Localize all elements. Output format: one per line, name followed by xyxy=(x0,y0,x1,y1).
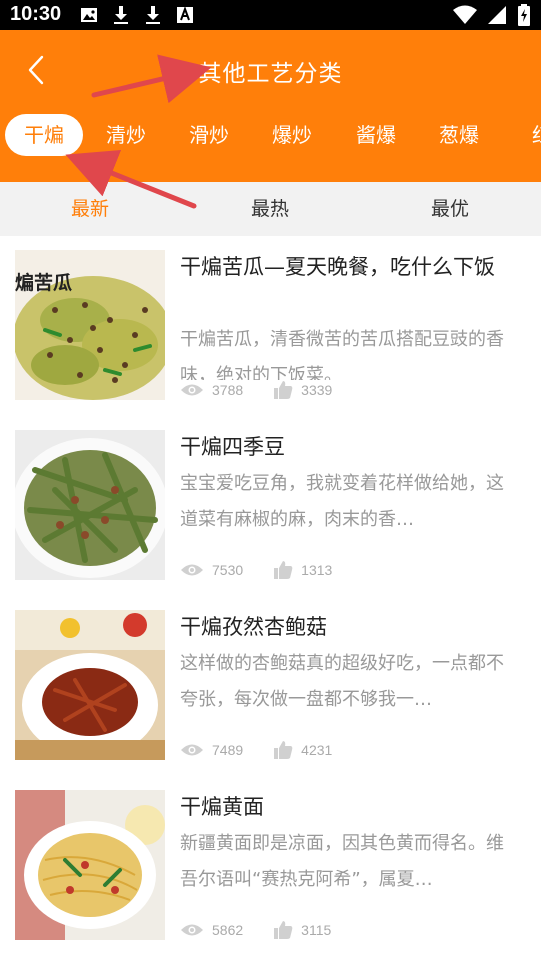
status-notification-icons xyxy=(80,4,194,26)
eye-icon xyxy=(181,564,203,576)
like-count: 4231 xyxy=(273,740,332,760)
recipe-thumbnail: 煸苦瓜 xyxy=(15,250,165,400)
recipe-item[interactable]: 干煸孜然杏鲍菇 这样做的杏鲍菇真的超级好吃，一点都不夸张，每次做一盘都不够我一…… xyxy=(0,596,541,776)
recipe-description: 新疆黄面即是凉面，因其色黄而得名。维吾尔语叫“赛热克阿希”，属夏… xyxy=(180,833,504,890)
category-tab-ganbian[interactable]: 干煸 xyxy=(5,114,83,156)
like-count: 3339 xyxy=(273,380,332,400)
like-count: 3115 xyxy=(273,920,331,940)
wifi-icon xyxy=(453,5,477,24)
category-tab-baochao[interactable]: 爆炒 xyxy=(253,114,331,156)
recipe-title: 干煸苦瓜—夏天晚餐，吃什么下饭 xyxy=(180,255,495,279)
thumbs-up-icon xyxy=(274,561,293,579)
thumbs-up-icon xyxy=(274,381,293,399)
recipe-title: 干煸孜然杏鲍菇 xyxy=(180,615,327,639)
recipe-title: 干煸四季豆 xyxy=(180,435,285,459)
eye-icon xyxy=(181,744,203,756)
category-tab-congbao[interactable]: 葱爆 xyxy=(420,114,498,156)
category-tab-bar: 干煸 清炒 滑炒 爆炒 酱爆 葱爆 红 xyxy=(0,112,541,158)
recipe-item[interactable]: 干煸黄面 新疆黄面即是凉面，因其色黄而得名。维吾尔语叫“赛热克阿希”，属夏… 5… xyxy=(0,776,541,954)
category-tab-qingchao[interactable]: 清炒 xyxy=(87,114,165,156)
image-icon xyxy=(81,8,97,22)
download-icon xyxy=(114,6,128,24)
view-count: 3788 xyxy=(180,382,243,398)
recipe-stats: 5862 3115 xyxy=(180,920,331,940)
page-title: 其他工艺分类 xyxy=(198,61,343,87)
recipe-item[interactable]: 煸苦瓜 干煸苦瓜—夏天晚餐，吃什么下饭 干煸苦瓜，清香微苦的苦瓜搭配豆豉的香味，… xyxy=(0,236,541,416)
recipe-thumbnail xyxy=(15,610,165,760)
category-tab-huachao[interactable]: 滑炒 xyxy=(170,114,248,156)
recipe-thumbnail xyxy=(15,430,165,580)
recipe-title: 干煸黄面 xyxy=(180,795,264,819)
view-count: 5862 xyxy=(180,922,243,938)
view-count: 7489 xyxy=(180,742,243,758)
sort-tab-bar: 最新 最热 最优 xyxy=(0,182,541,236)
recipe-description: 宝宝爱吃豆角，我就变着花样做给她，这道菜有麻椒的麻，肉末的香… xyxy=(180,473,504,530)
status-time: 10:30 xyxy=(10,3,62,25)
status-bar: 10:30 xyxy=(0,0,541,30)
eye-icon xyxy=(181,924,203,936)
like-count: 1313 xyxy=(273,560,332,580)
thumbnail-caption: 煸苦瓜 xyxy=(15,272,73,294)
font-icon xyxy=(177,6,193,23)
download-icon xyxy=(146,6,160,24)
view-count: 7530 xyxy=(180,562,243,578)
app-header: 其他工艺分类 干煸 清炒 滑炒 爆炒 酱爆 葱爆 红 xyxy=(0,30,541,182)
sort-tab-newest[interactable]: 最新 xyxy=(30,182,150,236)
recipe-stats: 7530 1313 xyxy=(180,560,332,580)
status-system-icons xyxy=(453,4,531,26)
eye-icon xyxy=(181,384,203,396)
recipe-thumbnail xyxy=(15,790,165,940)
recipe-description: 干煸苦瓜，清香微苦的苦瓜搭配豆豉的香味，绝对的下饭菜。 xyxy=(180,329,504,380)
thumbs-up-icon xyxy=(274,921,293,939)
recipe-item[interactable]: 干煸四季豆 宝宝爱吃豆角，我就变着花样做给她，这道菜有麻椒的麻，肉末的香… 75… xyxy=(0,416,541,596)
sort-tab-best[interactable]: 最优 xyxy=(390,182,510,236)
thumbs-up-icon xyxy=(274,741,293,759)
signal-icon xyxy=(488,6,506,24)
sort-tab-hottest[interactable]: 最热 xyxy=(210,182,330,236)
battery-icon xyxy=(518,4,530,26)
recipe-stats: 7489 4231 xyxy=(180,740,332,760)
recipe-description: 这样做的杏鲍菇真的超级好吃，一点都不夸张，每次做一盘都不够我一… xyxy=(180,653,504,710)
recipe-stats: 3788 3339 xyxy=(180,380,332,400)
category-tab-hong[interactable]: 红 xyxy=(503,114,541,156)
category-tab-jiangbao[interactable]: 酱爆 xyxy=(337,114,415,156)
